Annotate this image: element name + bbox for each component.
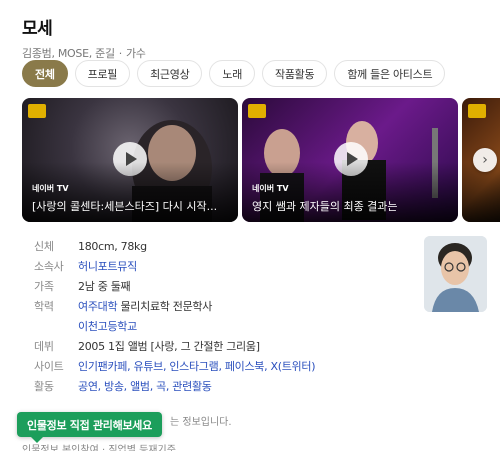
education-detail: 물리치료학 전문학사 [120, 300, 213, 313]
occupation: 가수 [125, 47, 146, 60]
manage-profile-button[interactable]: 인물정보 직접 관리해보세요 [17, 412, 162, 443]
info-label: 사이트 [34, 360, 64, 373]
video-source: 네이버 TV [252, 184, 289, 193]
site-links[interactable]: 인기팬카페, 유튜브, 인스타그램, 페이스북, X(트위터) [78, 358, 316, 374]
person-name[interactable]: 모세 [22, 14, 146, 39]
person-avatar [424, 236, 487, 312]
tab-all[interactable]: 전체 [22, 60, 68, 87]
tab-songs[interactable]: 노래 [209, 60, 256, 87]
info-row-education-2: 이천고등학교 [34, 316, 315, 336]
video-card-1[interactable]: 네이버 TV [사랑의 콜센타:세븐스타즈] 다시 시작... [22, 98, 238, 222]
agency-link[interactable]: 허니포트뮤직 [78, 258, 137, 274]
info-label: 신체 [34, 240, 54, 253]
height-weight: 180cm, 78kg [78, 239, 147, 253]
info-row-education: 학력 여주대학 물리치료학 전문학사 [34, 296, 315, 316]
info-row-debut: 데뷔 2005 1집 앨범 [사랑, 그 간절한 그리움] [34, 336, 315, 356]
person-subtitle: 김종범, MOSE, 준길 · 가수 [22, 45, 146, 61]
school-link[interactable]: 이천고등학교 [78, 318, 137, 334]
separator-dot: · [118, 47, 123, 60]
info-label: 학력 [34, 300, 54, 313]
info-label: 데뷔 [34, 340, 54, 353]
footer-links[interactable]: 인물정보 본인참여 · 직업별 등재기준 [22, 441, 176, 451]
info-row-family: 가족 2남 중 둘째 [34, 276, 315, 296]
person-header: 모세 김종범, MOSE, 준길 · 가수 [22, 14, 146, 61]
video-title[interactable]: [사랑의 콜센타:세븐스타즈] 다시 시작... [32, 198, 232, 214]
info-row-activities: 활동 공연, 방송, 앨범, 곡, 관련활동 [34, 376, 315, 396]
profile-info: 신체 180cm, 78kg 소속사 허니포트뮤직 가족 2남 중 둘째 학력 … [34, 236, 316, 396]
video-carousel: 네이버 TV [사랑의 콜센타:세븐스타즈] 다시 시작... 네이버 TV 영… [22, 98, 500, 222]
debut: 2005 1집 앨범 [사랑, 그 간절한 그리움] [78, 340, 260, 353]
activity-links[interactable]: 공연, 방송, 앨범, 곡, 관련활동 [78, 378, 212, 394]
info-label: 소속사 [34, 260, 64, 273]
education-1: 여주대학 물리치료학 전문학사 [78, 298, 212, 314]
show-logo [468, 104, 486, 118]
family: 2남 중 둘째 [78, 280, 131, 293]
tab-bar: 전체 프로필 최근영상 노래 작품활동 함께 들은 아티스트 [22, 60, 446, 87]
video-title[interactable]: 영지 쌤과 제자들의 최종 결과는 [252, 198, 452, 214]
tab-related-artists[interactable]: 함께 들은 아티스트 [334, 60, 446, 87]
carousel-next-icon[interactable]: › [473, 148, 497, 172]
info-row-sites: 사이트 인기팬카페, 유튜브, 인스타그램, 페이스북, X(트위터) [34, 356, 316, 376]
related-names: 김종범, MOSE, 준길 [22, 47, 115, 60]
tab-profile[interactable]: 프로필 [74, 60, 131, 87]
video-card-2[interactable]: 네이버 TV 영지 쌤과 제자들의 최종 결과는 [242, 98, 458, 222]
info-row-body: 신체 180cm, 78kg [34, 236, 315, 256]
info-label: 가족 [34, 280, 54, 293]
info-label: 활동 [34, 380, 54, 393]
profile-photo[interactable] [424, 236, 487, 312]
tab-works[interactable]: 작품활동 [262, 60, 328, 87]
tab-recent-videos[interactable]: 최근영상 [137, 60, 203, 87]
video-source: 네이버 TV [32, 184, 69, 193]
school-link[interactable]: 여주대학 [78, 300, 118, 313]
info-row-agency: 소속사 허니포트뮤직 [34, 256, 315, 276]
info-note: 는 정보입니다. [170, 417, 232, 428]
